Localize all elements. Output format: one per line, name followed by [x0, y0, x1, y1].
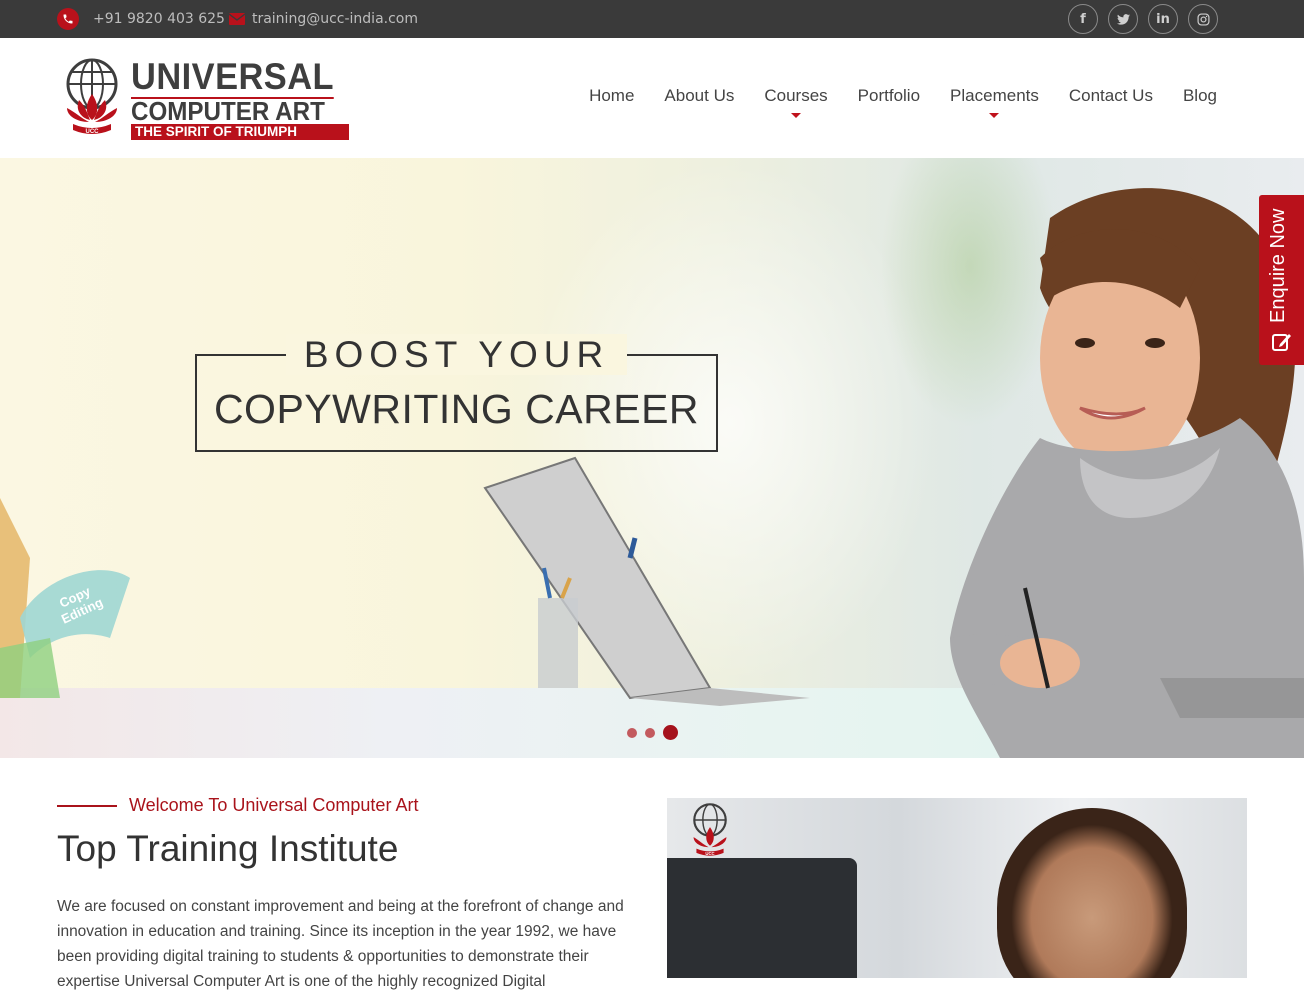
logo-line-1: UNIVERSAL [131, 56, 335, 97]
nav-label: About Us [664, 86, 735, 105]
eyebrow-divider [57, 804, 117, 807]
hero-headline-top-wrap: BOOST YOUR [197, 334, 716, 376]
hero-headline-main: COPYWRITING CAREER [213, 386, 700, 432]
nav-label: Courses [764, 86, 828, 105]
nav-item-about-us[interactable]: About Us [649, 86, 749, 106]
hero-slider: Copy Editing BOOST YOUR COPYWRITING CARE… [0, 158, 1304, 758]
logo-text: UNIVERSAL COMPUTER ART THE SPIRIT OF TRI… [131, 56, 350, 140]
facebook-icon[interactable]: f [1068, 4, 1098, 34]
site-header: UCC UNIVERSAL COMPUTER ART THE SPIRIT OF… [0, 38, 1304, 158]
enquire-now-tab[interactable]: Enquire Now [1259, 195, 1304, 365]
top-bar: +91 9820 403 625 training@ucc-india.com … [0, 0, 1304, 38]
slider-dot-active[interactable] [663, 725, 678, 740]
hero-headline-top: BOOST YOUR [285, 334, 628, 375]
slider-dot[interactable] [645, 727, 655, 738]
twitter-icon[interactable] [1108, 4, 1138, 34]
nav-label: Blog [1182, 86, 1217, 105]
nav-item-portfolio[interactable]: Portfolio [843, 86, 935, 106]
edit-icon [1272, 334, 1291, 351]
nav-label: Contact Us [1068, 86, 1153, 105]
nav-label: Placements [950, 86, 1039, 105]
slider-pagination [627, 725, 678, 740]
phone-number[interactable]: +91 9820 403 625 [93, 11, 225, 27]
about-section: Welcome To Universal Computer Art Top Tr… [57, 795, 637, 994]
ucc-emblem-small-icon: UCC [693, 803, 727, 856]
logo-line-2: COMPUTER ART [131, 97, 335, 124]
nav-label: Home [589, 86, 635, 105]
main-nav: Home About Us Courses Portfolio Placemen… [574, 86, 1232, 118]
mail-icon [228, 13, 245, 25]
slider-dot[interactable] [627, 727, 637, 738]
linkedin-icon[interactable]: in [1148, 4, 1178, 34]
email-link[interactable]: training@ucc-india.com [252, 11, 418, 27]
emblem-text: UCC [705, 851, 714, 856]
nav-item-contact-us[interactable]: Contact Us [1054, 86, 1168, 106]
site-logo[interactable]: UCC UNIVERSAL COMPUTER ART THE SPIRIT OF… [57, 56, 350, 140]
about-body: We are focused on constant improvement a… [57, 898, 624, 990]
enquire-now-label: Enquire Now [1267, 208, 1289, 323]
caret-down-icon [791, 113, 802, 118]
section-eyebrow: Welcome To Universal Computer Art [57, 795, 637, 816]
nav-item-placements[interactable]: Placements [935, 86, 1054, 118]
instagram-icon[interactable] [1188, 4, 1218, 34]
caret-down-icon [989, 113, 1000, 118]
nav-item-courses[interactable]: Courses [749, 86, 842, 118]
about-title: Top Training Institute [57, 828, 399, 869]
about-image: UCC [667, 798, 1247, 978]
social-links: f in [1068, 4, 1218, 34]
eyebrow-text: Welcome To Universal Computer Art [129, 795, 419, 815]
phone-icon [57, 8, 79, 30]
ucc-emblem-icon: UCC [66, 58, 118, 135]
nav-label: Portfolio [857, 86, 921, 105]
monitor-graphic [667, 858, 857, 978]
hero-pencil-graphic: Copy Editing [0, 498, 130, 698]
hero-woman-image [483, 188, 1304, 758]
emblem-text: UCC [86, 129, 100, 135]
nav-item-blog[interactable]: Blog [1168, 86, 1232, 106]
logo-tagline: THE SPIRIT OF TRIUMPH [131, 124, 350, 140]
nav-item-home[interactable]: Home [574, 86, 649, 106]
contact-info: +91 9820 403 625 training@ucc-india.com [57, 0, 418, 38]
student-photo [997, 808, 1187, 978]
hero-headline-box: BOOST YOUR COPYWRITING CAREER [195, 334, 718, 452]
